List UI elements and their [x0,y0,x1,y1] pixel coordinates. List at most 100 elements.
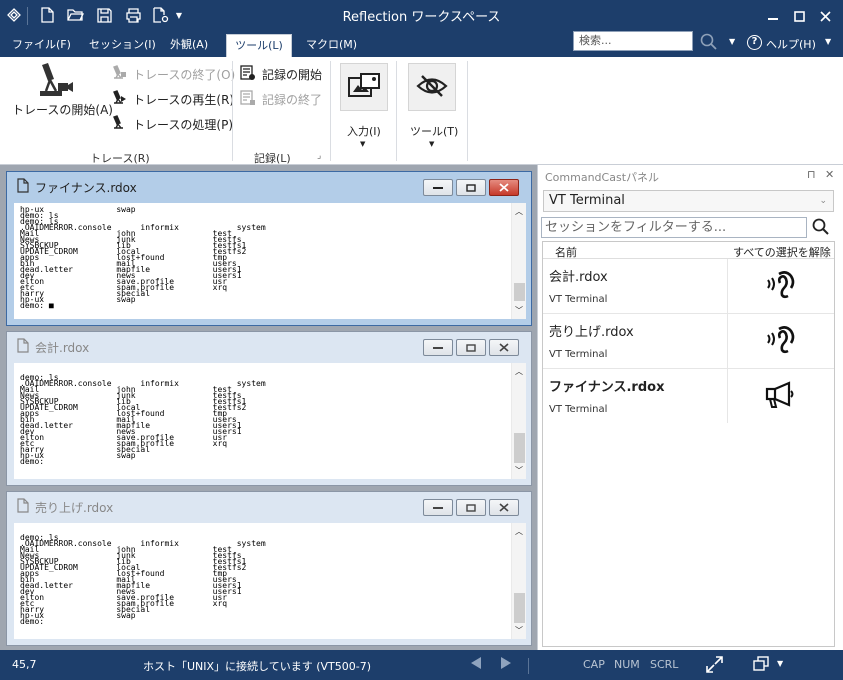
search-input[interactable]: 検索... [573,31,693,51]
session-window-accounting[interactable]: 会計.rdox demo: ls .OAIDMERROR.console inf… [6,331,532,486]
help-icon: ? [747,35,762,50]
help-menu[interactable]: ヘルプ(H) [766,36,816,52]
tab-tools[interactable]: ツール(L) [226,34,292,58]
panel-close-icon[interactable]: ✕ [825,168,834,181]
window-restore-icon[interactable] [456,499,486,516]
broadcast-toggle[interactable] [727,369,834,423]
tools-dropdown-icon[interactable]: ▼ [429,140,434,148]
window-minimize-icon[interactable] [423,179,453,196]
ribbon-separator [330,61,331,161]
scroll-up-icon[interactable]: ︿ [512,366,526,377]
next-icon[interactable] [500,656,512,673]
scroll-up-icon[interactable]: ︿ [512,526,526,537]
eye-off-icon [416,73,448,102]
tab-appearance[interactable]: 外観(A) [164,36,214,57]
trace-end-icon [112,65,127,83]
trace-start-icon [36,61,74,104]
window-minimize-icon[interactable] [423,499,453,516]
document-icon [17,338,29,356]
list-item[interactable]: ファイナンス.rdox VT Terminal [543,369,834,424]
status-separator [528,658,529,674]
fullscreen-icon[interactable] [706,656,723,676]
cursor-position: 45,7 [12,658,37,671]
tab-macro[interactable]: マクロ(M) [300,36,363,57]
pin-icon[interactable]: ⊓ [807,168,816,181]
trace-replay-button[interactable]: トレースの再生(R) [112,90,234,108]
tools-button[interactable] [408,63,456,111]
trace-end-label: トレースの終了(O) [133,67,236,82]
scroll-up-icon[interactable]: ︿ [512,206,526,217]
terminal-scrollbar[interactable]: ︿ ﹀ [511,363,526,479]
filter-search-icon[interactable] [812,218,830,239]
record-group-label: 記録(L) [254,152,291,165]
trace-end-button[interactable]: トレースの終了(O) [112,65,235,83]
record-end-button[interactable]: 記録の終了 [240,90,322,109]
search-icon[interactable] [700,33,718,54]
terminal-text: demo: ls .OAIDMERROR.console informix sy… [20,533,266,626]
listen-toggle[interactable] [727,259,834,313]
tab-file[interactable]: ファイル(F) [6,36,77,57]
list-item[interactable]: 売り上げ.rdox VT Terminal [543,314,834,369]
list-item[interactable]: 会計.rdox VT Terminal [543,259,834,314]
caps-lock-indicator: CAP [583,658,605,671]
scroll-down-icon[interactable]: ﹀ [515,465,523,476]
ear-icon [764,270,798,303]
session-name: 会計.rdox [549,270,608,285]
minimize-icon[interactable] [760,4,786,28]
search-dropdown-icon[interactable]: ▼ [729,37,735,46]
window-close-icon[interactable] [489,499,519,516]
record-start-button[interactable]: 記録の開始 [240,65,322,84]
scroll-thumb[interactable] [514,283,525,301]
help-dropdown-icon[interactable]: ▼ [825,37,831,46]
workspace: ファイナンス.rdox hp-ux swap demo: ls demo: ls… [0,165,537,650]
scroll-thumb[interactable] [514,433,525,463]
window-minimize-icon[interactable] [423,339,453,356]
terminal-screen[interactable]: demo: ls .OAIDMERROR.console informix sy… [14,523,526,639]
terminal-text: hp-ux swap demo: ls demo: ls .OAIDMERROR… [20,205,266,310]
window-close-icon[interactable] [489,179,519,196]
scroll-thumb[interactable] [514,593,525,623]
window-close-icon[interactable] [489,339,519,356]
session-type-value: VT Terminal [549,193,625,208]
session-type: VT Terminal [549,404,608,415]
connection-status: ホスト「UNIX」に接続しています (VT500-7) [143,660,372,673]
previous-icon[interactable] [470,656,482,673]
status-bar: 45,7 ホスト「UNIX」に接続しています (VT500-7) CAP NUM… [0,650,843,680]
session-window-title: 会計.rdox [35,340,90,355]
close-icon[interactable] [812,4,838,28]
input-dropdown-icon[interactable]: ▼ [360,140,365,148]
tab-session[interactable]: セッション(I) [83,36,162,57]
record-dialog-launcher-icon[interactable]: ⌟ [317,151,321,161]
commandcast-panel: CommandCastパネル ⊓ ✕ VT Terminal ⌄ セッションをフ… [537,165,843,650]
trace-replay-label: トレースの再生(R) [133,92,235,107]
record-start-label: 記録の開始 [262,68,323,82]
megaphone-icon [765,380,797,413]
deselect-all-link[interactable]: すべての選択を解除 [733,244,831,260]
terminal-screen[interactable]: demo: ls .OAIDMERROR.console informix sy… [14,363,526,479]
session-name: ファイナンス.rdox [549,380,665,395]
record-start-icon [240,65,256,84]
maximize-icon[interactable] [786,4,812,28]
terminal-scrollbar[interactable]: ︿ ﹀ [511,203,526,319]
terminal-scrollbar[interactable]: ︿ ﹀ [511,523,526,639]
session-window-caption: ファイナンス.rdox [17,172,137,202]
window-restore-icon[interactable] [456,339,486,356]
window-layout-icon[interactable] [753,656,769,675]
window-controls [423,179,519,197]
session-window-sales[interactable]: 売り上げ.rdox demo: ls .OAIDMERROR.console i… [6,491,532,646]
window-restore-icon[interactable] [456,179,486,196]
session-type-select[interactable]: VT Terminal ⌄ [543,190,834,212]
terminal-screen[interactable]: hp-ux swap demo: ls demo: ls .OAIDMERROR… [14,203,526,319]
window-layout-dropdown-icon[interactable]: ▼ [777,659,783,668]
input-button[interactable] [340,63,388,111]
listen-toggle[interactable] [727,314,834,368]
session-window-finance[interactable]: ファイナンス.rdox hp-ux swap demo: ls demo: ls… [6,171,532,326]
scroll-down-icon[interactable]: ﹀ [515,305,523,316]
trace-process-button[interactable]: トレースの処理(P) [112,115,233,133]
terminal-text: demo: ls .OAIDMERROR.console informix sy… [20,373,266,466]
ribbon-separator [396,61,397,161]
scroll-down-icon[interactable]: ﹀ [515,625,523,636]
session-list: 名前 すべての選択を解除 会計.rdox VT Terminal 売り上げ.rd… [542,241,835,647]
session-filter-input[interactable]: セッションをフィルターする... [541,217,807,238]
trace-start-button[interactable]: トレースの開始(A) [12,101,113,118]
